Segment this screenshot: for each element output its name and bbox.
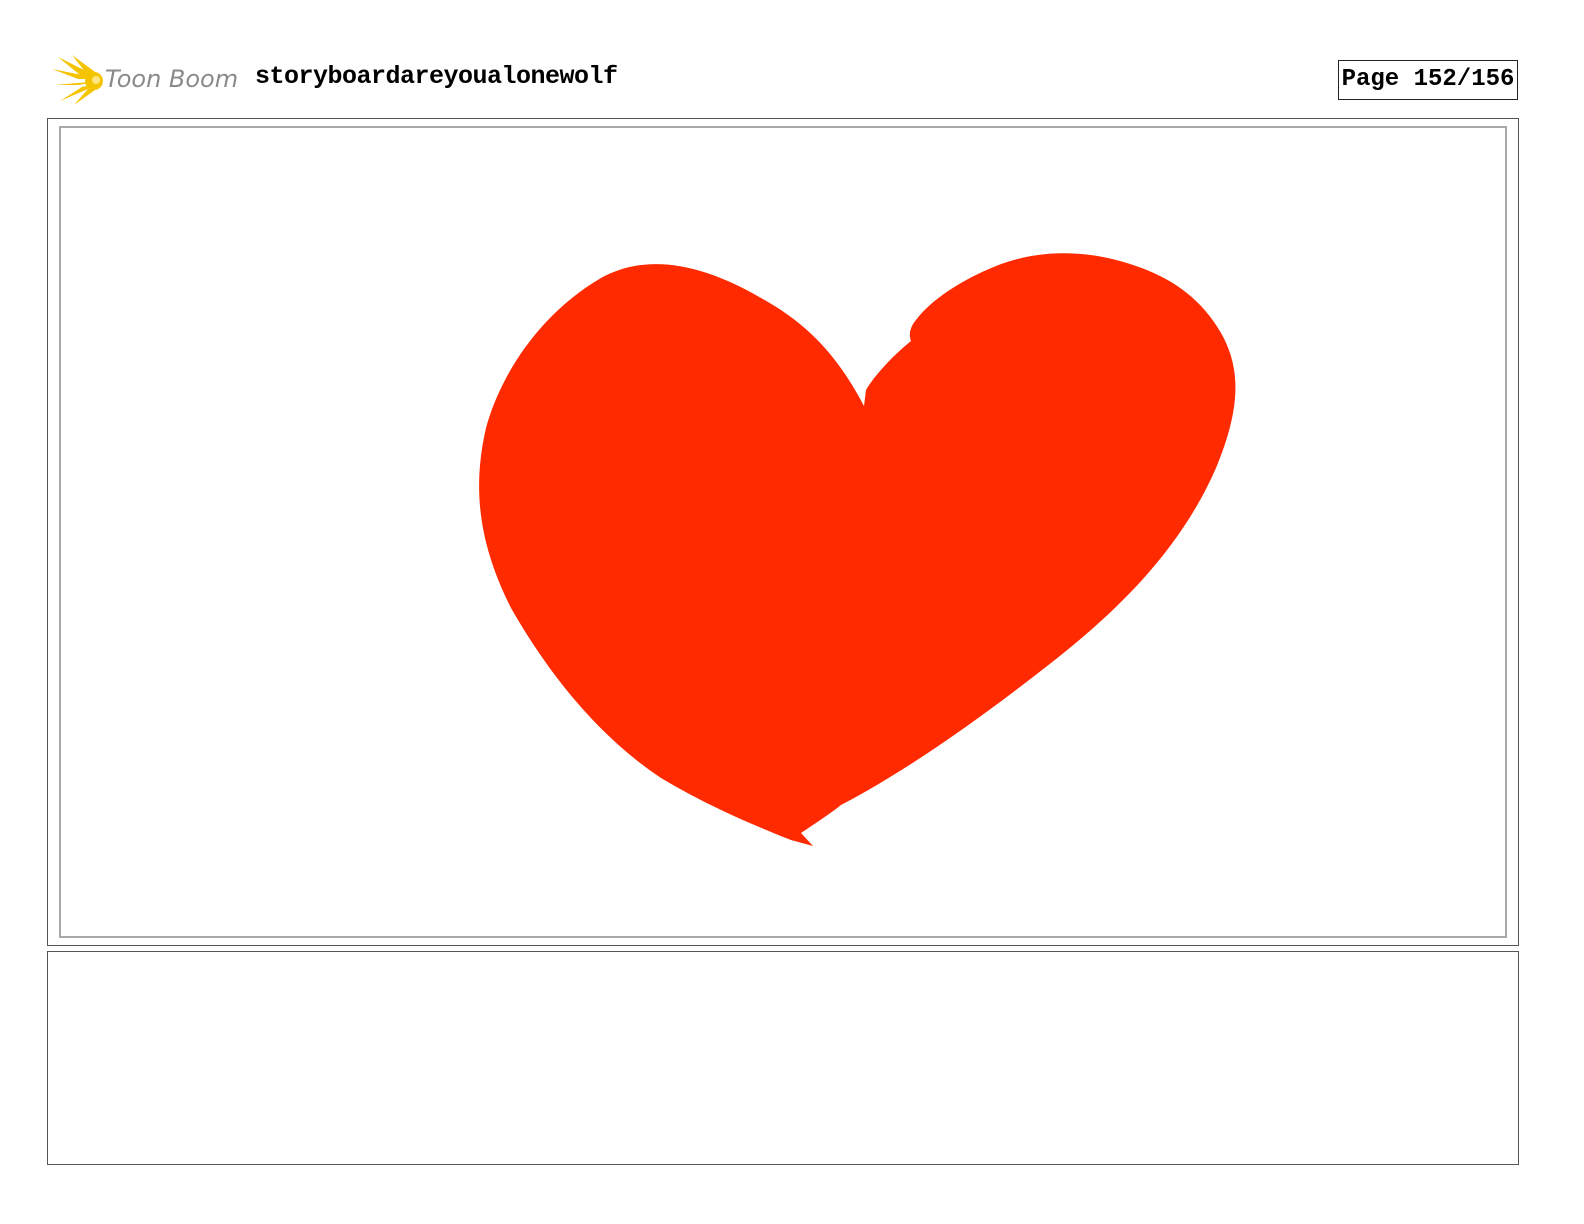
storyboard-panel — [47, 118, 1519, 946]
toon-boom-burst-icon — [52, 55, 103, 105]
document-title: storyboardareyoualonewolf — [255, 62, 618, 91]
page-header: Toon Boom storyboardareyoualonewolf Page… — [0, 0, 1584, 110]
toon-boom-logo: Toon Boom — [50, 55, 240, 107]
notes-area — [47, 951, 1519, 1165]
heart-drawing — [479, 253, 1236, 846]
heart-shape — [479, 253, 1236, 846]
panel-frame — [59, 126, 1507, 938]
page-number: Page 152/156 — [1338, 60, 1518, 100]
logo-text: Toon Boom — [105, 65, 239, 93]
